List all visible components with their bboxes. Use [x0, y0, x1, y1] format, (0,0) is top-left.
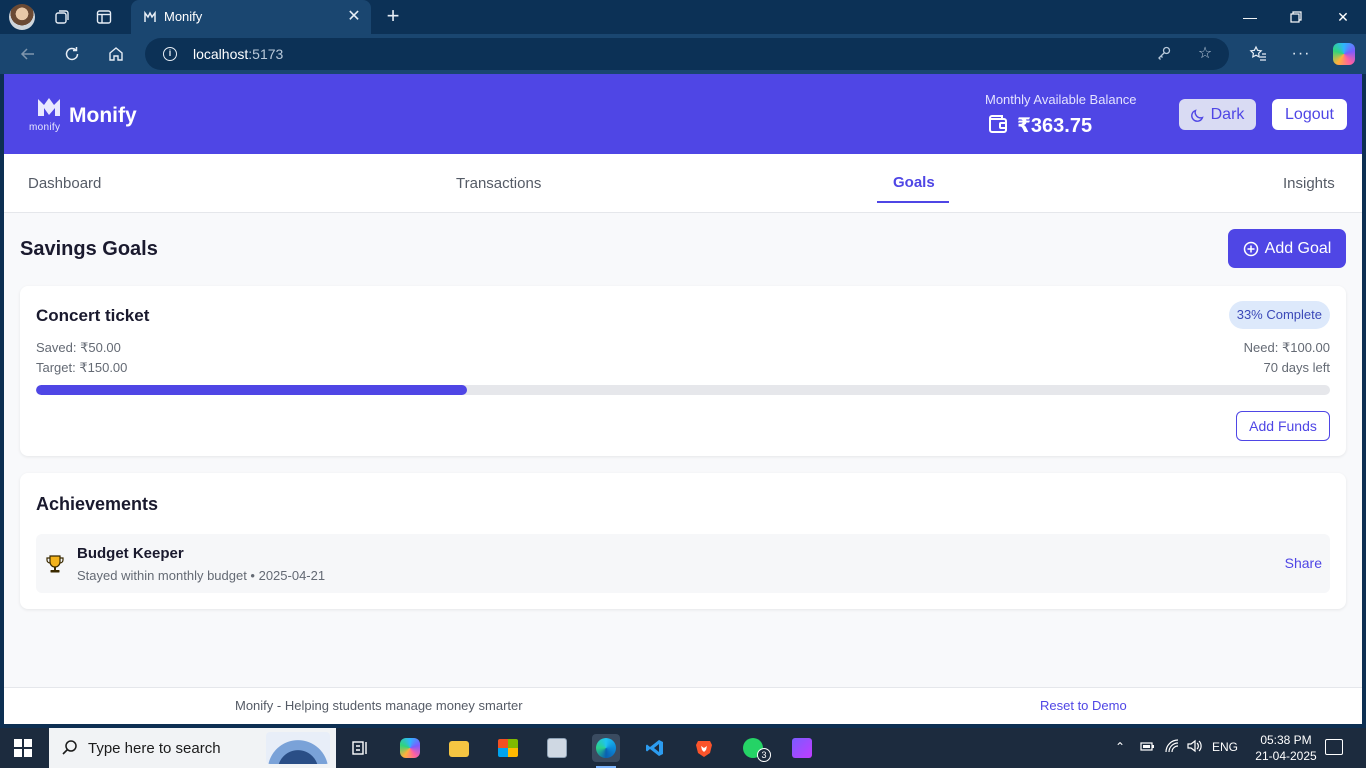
goal-need: Need: ₹100.00 [1243, 340, 1330, 355]
main-nav: Dashboard Transactions Goals Insights [4, 154, 1362, 213]
trophy-icon [46, 555, 64, 573]
vscode-icon[interactable] [641, 734, 669, 762]
search-icon [62, 740, 77, 755]
windows-start-icon[interactable] [14, 739, 32, 757]
browser-titlebar: Monify ✕ + — ✕ [0, 0, 1366, 34]
tab-transactions[interactable]: Transactions [456, 175, 541, 192]
reset-demo-link[interactable]: Reset to Demo [1040, 698, 1127, 713]
restore-icon[interactable] [1284, 6, 1308, 28]
tab-title: Monify [164, 9, 203, 24]
workspaces-icon[interactable] [52, 7, 72, 27]
whatsapp-icon[interactable]: 3 [739, 734, 771, 762]
balance-amount: ₹363.75 [1017, 115, 1093, 137]
add-goal-label: Add Goal [1264, 239, 1332, 257]
dark-mode-button[interactable]: Dark [1179, 99, 1256, 130]
battery-icon[interactable] [1139, 738, 1155, 757]
tab-actions-icon[interactable] [94, 7, 114, 27]
goal-days-left: 70 days left [1263, 360, 1331, 375]
taskbar-search[interactable]: Type here to search [49, 728, 336, 768]
url-host: localhost [193, 46, 249, 62]
browser-tab-active[interactable]: Monify ✕ [131, 0, 371, 34]
tab-insights[interactable]: Insights [1283, 175, 1335, 192]
task-view-icon[interactable] [346, 734, 374, 762]
app-viewport: monify Monify Monthly Available Balance … [4, 74, 1362, 724]
system-clock[interactable]: 05:38 PM 21-04-2025 [1254, 732, 1318, 764]
page-title: Savings Goals [20, 238, 158, 260]
photos-app-icon[interactable] [543, 734, 571, 762]
url-text: localhost:5173 [193, 46, 283, 62]
goal-progress-bar [36, 385, 1330, 395]
new-tab-icon[interactable]: + [383, 5, 403, 27]
file-explorer-icon[interactable] [445, 734, 473, 762]
minimize-icon[interactable]: — [1238, 6, 1262, 28]
clipchamp-icon[interactable] [788, 734, 816, 762]
wifi-icon[interactable] [1164, 738, 1180, 757]
add-goal-button[interactable]: Add Goal [1228, 229, 1346, 268]
language-indicator[interactable]: ENG [1212, 740, 1238, 754]
goal-name: Concert ticket [36, 306, 150, 325]
app-header: monify Monify Monthly Available Balance … [4, 74, 1362, 154]
dark-mode-label: Dark [1210, 105, 1245, 123]
favorite-star-icon[interactable]: ☆ [1196, 45, 1214, 63]
goal-progress-fill [36, 385, 467, 395]
copilot-app-icon[interactable] [396, 734, 424, 762]
edge-browser-icon[interactable] [592, 734, 620, 768]
brave-browser-icon[interactable] [690, 734, 718, 762]
wallet-icon [989, 115, 1007, 133]
site-info-icon[interactable]: i [163, 47, 177, 61]
goal-target: Target: ₹150.00 [36, 360, 128, 375]
goal-card: Concert ticket 33% Complete Saved: ₹50.0… [20, 286, 1346, 456]
store-icon[interactable] [494, 734, 522, 762]
achievements-card: Achievements Budget Keeper Stayed within… [20, 473, 1346, 609]
key-icon[interactable] [1155, 45, 1173, 63]
url-port: :5173 [248, 46, 284, 62]
home-icon[interactable] [105, 43, 127, 65]
goal-saved: Saved: ₹50.00 [36, 340, 121, 355]
achievement-description: Stayed within monthly budget • 2025-04-2… [77, 568, 326, 583]
more-menu-icon[interactable]: ··· [1290, 43, 1312, 65]
favorites-icon[interactable] [1247, 43, 1269, 65]
address-bar[interactable]: i localhost:5173 ☆ [145, 38, 1229, 70]
balance-label: Monthly Available Balance [985, 92, 1137, 107]
window-close-icon[interactable]: ✕ [1331, 6, 1355, 28]
tray-overflow-icon[interactable]: ⌃ [1115, 740, 1125, 754]
copilot-icon[interactable] [1333, 43, 1355, 65]
tab-goals[interactable]: Goals [893, 174, 935, 191]
clock-time: 05:38 PM [1260, 733, 1312, 747]
logo-subtext: monify [29, 122, 61, 133]
browser-toolbar: i localhost:5173 ☆ ··· [0, 34, 1366, 74]
logo-icon [38, 98, 60, 116]
search-placeholder: Type here to search [88, 740, 221, 757]
app-footer: Monify - Helping students manage money s… [4, 687, 1362, 724]
brand-name: Monify [69, 104, 137, 127]
whatsapp-badge: 3 [757, 748, 771, 762]
share-link[interactable]: Share [1285, 555, 1322, 571]
completion-badge: 33% Complete [1228, 301, 1330, 329]
volume-icon[interactable] [1186, 738, 1202, 757]
notifications-icon[interactable] [1325, 739, 1343, 755]
active-tab-indicator [877, 201, 949, 203]
refresh-icon[interactable] [61, 43, 83, 65]
favicon-icon [143, 10, 157, 24]
achievement-name: Budget Keeper [77, 545, 184, 562]
achievements-title: Achievements [36, 494, 159, 514]
moon-icon [1190, 108, 1204, 122]
search-highlight-image [266, 732, 330, 764]
tab-dashboard[interactable]: Dashboard [28, 175, 101, 192]
back-icon[interactable] [17, 43, 39, 65]
clock-date: 21-04-2025 [1255, 749, 1317, 763]
logout-button[interactable]: Logout [1272, 99, 1347, 130]
footer-tagline: Monify - Helping students manage money s… [235, 698, 523, 713]
profile-avatar[interactable] [9, 4, 35, 30]
windows-taskbar: Type here to search 3 ⌃ ENG 05:38 PM 21-… [0, 728, 1366, 768]
plus-circle-icon [1243, 241, 1258, 256]
achievement-item: Budget Keeper Stayed within monthly budg… [36, 534, 1330, 593]
add-funds-button[interactable]: Add Funds [1236, 411, 1330, 441]
tab-close-icon[interactable]: ✕ [345, 8, 363, 26]
